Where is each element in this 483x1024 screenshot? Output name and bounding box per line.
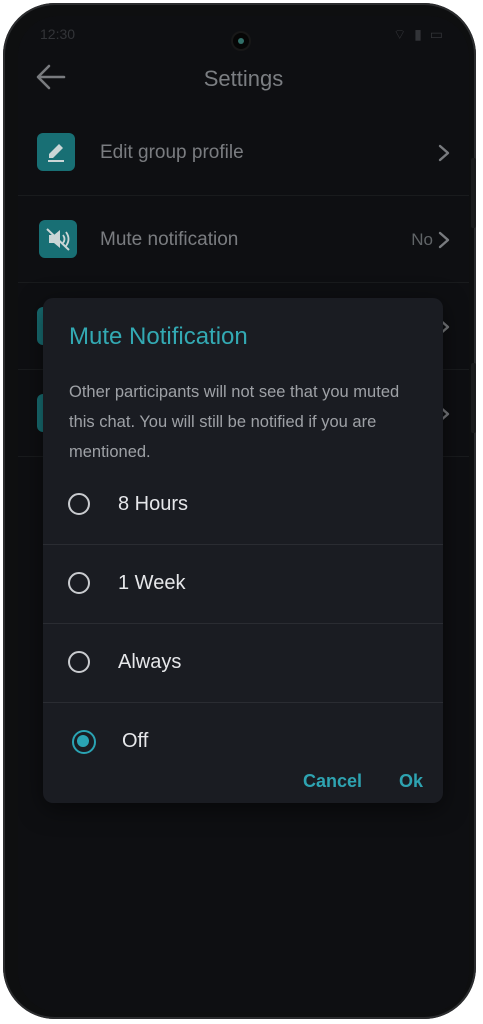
radio-button-selected[interactable] <box>72 730 96 754</box>
radio-button[interactable] <box>68 651 90 673</box>
dialog-title: Mute Notification <box>69 323 248 350</box>
option-label: 1 Week <box>118 572 186 594</box>
option-always[interactable]: Always <box>43 624 443 703</box>
dialog-message: Other participants will not see that you… <box>69 383 400 461</box>
radio-button[interactable] <box>68 493 90 515</box>
mute-notification-dialog: Mute Notification Other participants wil… <box>43 298 443 803</box>
option-label: 8 Hours <box>118 493 189 515</box>
phone-frame: 12:30 ⌔ ▮ ▭ Settings Edit group profile <box>3 3 476 1019</box>
option-off[interactable]: Off <box>43 703 443 781</box>
cancel-button[interactable]: Cancel <box>303 771 362 792</box>
option-label: Off <box>122 730 149 752</box>
option-1-week[interactable]: 1 Week <box>43 545 443 624</box>
ok-button[interactable]: Ok <box>399 771 423 792</box>
option-8-hours[interactable]: 8 Hours <box>43 466 443 545</box>
radio-button[interactable] <box>68 572 90 594</box>
power-button <box>471 363 476 433</box>
screen: 12:30 ⌔ ▮ ▭ Settings Edit group profile <box>18 16 469 1012</box>
option-label: Always <box>118 651 182 673</box>
volume-button <box>471 158 476 228</box>
